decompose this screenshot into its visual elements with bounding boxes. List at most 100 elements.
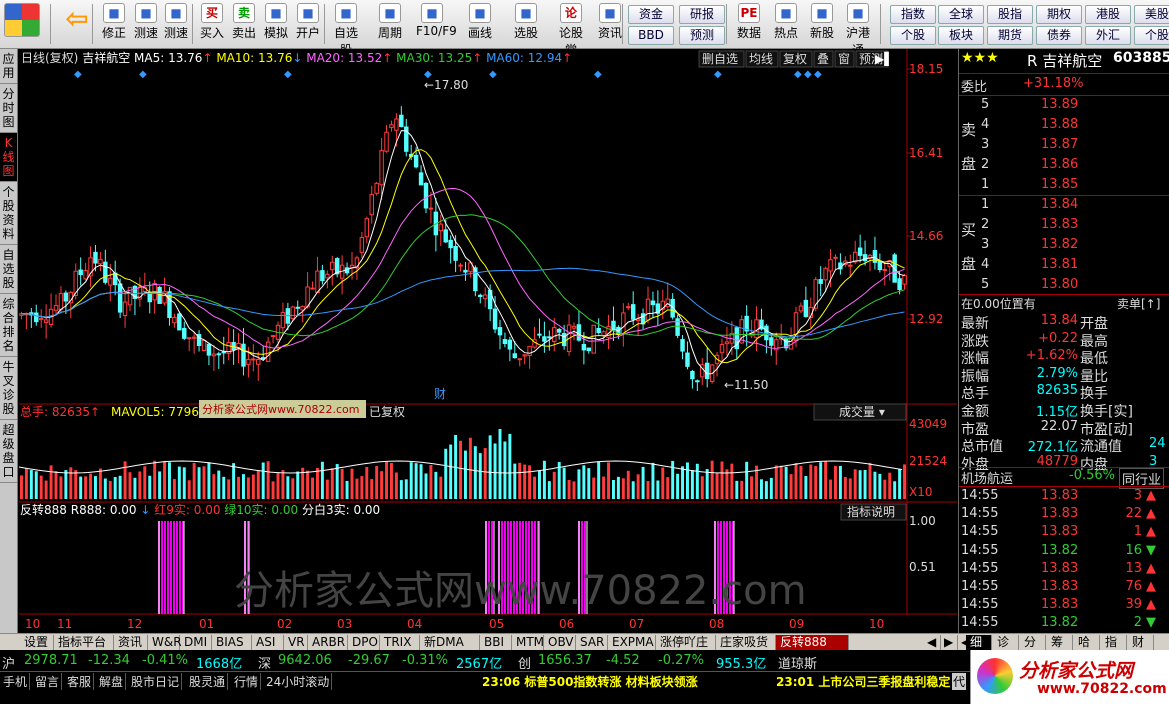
toolbar-button-8[interactable]: ■ 开户 bbox=[292, 2, 324, 47]
index-ticker-item: -4.52 bbox=[606, 653, 640, 668]
indicator-tab-12[interactable]: BBI bbox=[480, 635, 512, 650]
event-diamond-icon[interactable]: ◆ bbox=[139, 69, 147, 80]
toolbar-button-9[interactable]: ■自选股 bbox=[330, 2, 362, 57]
tick-volume: 3 bbox=[1133, 488, 1142, 503]
quote-panel-tab-6[interactable]: 财 bbox=[1128, 635, 1154, 650]
kline-chart-area[interactable]: 日线(复权) 吉祥航空 MA5: 13.76↑ MA10: 13.76↓ MA2… bbox=[18, 49, 957, 633]
toolbar-button-4[interactable]: ■ 测速 bbox=[160, 2, 192, 47]
event-diamond-icon[interactable]: ◆ bbox=[74, 69, 82, 80]
toolbar-button-19[interactable]: ■沪港通 bbox=[842, 2, 874, 57]
status-button-0[interactable]: 手机 bbox=[1, 673, 31, 690]
status-button-5[interactable]: 股灵通 bbox=[187, 673, 229, 690]
status-button-4[interactable]: 股市日记 bbox=[129, 673, 183, 690]
indicator-tab-5[interactable]: BIAS bbox=[212, 635, 252, 650]
news-ticker-2[interactable]: 23:01 上市公司三季报盘利稳定 bbox=[776, 673, 950, 690]
indicator-tab-13[interactable]: MTM bbox=[512, 635, 544, 650]
quick-button[interactable]: 全球 bbox=[938, 5, 984, 24]
indicator-tab-0[interactable]: 设置 bbox=[20, 635, 54, 650]
toolbar-button-10[interactable]: ■ 周期 bbox=[374, 2, 406, 47]
toolbar-button-16[interactable]: PE 数据 bbox=[733, 2, 765, 47]
left-tab-4[interactable]: 自选股 bbox=[0, 245, 17, 294]
toolbar-button-14[interactable]: 论论股堂 bbox=[555, 2, 587, 57]
toolbar-button-12[interactable]: ■ 画线 bbox=[464, 2, 496, 47]
indicator-tab-2[interactable]: 资讯 bbox=[114, 635, 148, 650]
quick-button[interactable]: 股指 bbox=[987, 5, 1033, 24]
quick-button[interactable]: 期权 bbox=[1036, 5, 1082, 24]
toolbar-button-7[interactable]: ■ 模拟 bbox=[260, 2, 292, 47]
left-tab-6[interactable]: 牛叉诊股 bbox=[0, 357, 17, 420]
quick-button[interactable]: BBD bbox=[628, 26, 674, 45]
event-diamond-icon[interactable]: ◆ bbox=[489, 69, 497, 80]
quote-panel-tab-5[interactable]: 指 bbox=[1101, 635, 1127, 650]
indicator-tab-19[interactable]: 反转888 bbox=[776, 635, 849, 650]
scroll-right-icon[interactable]: ▶ bbox=[941, 635, 958, 650]
indicator-tab-1[interactable]: 指标平台 bbox=[54, 635, 114, 650]
left-tab-7[interactable]: 超级盘口 bbox=[0, 420, 17, 483]
quick-button[interactable]: 预测 bbox=[679, 26, 725, 45]
indicator-tab-4[interactable]: DMI bbox=[180, 635, 212, 650]
event-diamond-icon[interactable]: ◆ bbox=[594, 69, 602, 80]
toolbar-button-17[interactable]: ■ 热点 bbox=[770, 2, 802, 47]
left-tab-2[interactable]: K线图 bbox=[0, 133, 17, 182]
quote-panel-tab-0[interactable]: 细 bbox=[966, 635, 992, 650]
toolbar-button-windows-logo-icon[interactable] bbox=[0, 2, 44, 47]
quote-row: 14:55 13.82 16 ▼ bbox=[959, 543, 1169, 561]
status-button-7[interactable]: 24小时滚动 bbox=[264, 673, 333, 690]
indicator-tab-8[interactable]: ARBR bbox=[308, 635, 348, 650]
indicator-tab-9[interactable]: DPO bbox=[348, 635, 380, 650]
left-tab-5[interactable]: 综合排名 bbox=[0, 294, 17, 357]
quick-button[interactable]: 债券 bbox=[1036, 26, 1082, 45]
status-button-2[interactable]: 客服 bbox=[65, 673, 95, 690]
event-diamond-icon[interactable]: ◆ bbox=[284, 69, 292, 80]
quick-button[interactable]: 个股 bbox=[890, 26, 936, 45]
indicator-tab-10[interactable]: TRIX bbox=[380, 635, 420, 650]
quick-button[interactable]: 资金 bbox=[628, 5, 674, 24]
toolbar-button-18[interactable]: ■ 新股 bbox=[806, 2, 838, 47]
status-button-6[interactable]: 行情 bbox=[232, 673, 262, 690]
toolbar-button-6[interactable]: 卖卖出 bbox=[228, 2, 260, 47]
status-button-1[interactable]: 留言 bbox=[33, 673, 63, 690]
sector-name[interactable]: 机场航运 bbox=[961, 468, 1013, 487]
finance-event-marker[interactable]: 财 bbox=[434, 387, 446, 401]
toolbar-button-3[interactable]: ■ 测速 bbox=[130, 2, 162, 47]
quick-button[interactable]: 指数 bbox=[890, 5, 936, 24]
candle-body bbox=[547, 336, 552, 339]
toolbar-button-13[interactable]: ■ 选股 bbox=[510, 2, 542, 47]
left-tab-0[interactable]: 应用 bbox=[0, 49, 17, 84]
indicator-tab-14[interactable]: OBV bbox=[544, 635, 576, 650]
quote-panel-tab-1[interactable]: 诊 bbox=[993, 635, 1019, 650]
indicator-tab-11[interactable]: 新DMA bbox=[420, 635, 480, 650]
news-ticker-1[interactable]: 23:06 标普500指数转涨 材料板块领涨 bbox=[482, 673, 698, 690]
quote-panel-tab-2[interactable]: 分 bbox=[1020, 635, 1046, 650]
quote-panel-tab-4[interactable]: 哈 bbox=[1074, 635, 1100, 650]
event-diamond-icon[interactable]: ◆ bbox=[804, 69, 812, 80]
indicator-tab-15[interactable]: SAR bbox=[576, 635, 608, 650]
toolbar-button-5[interactable]: 买买入 bbox=[196, 2, 228, 47]
indicator-tab-18[interactable]: 庄家吸货 bbox=[716, 635, 776, 650]
toolbar-button-2[interactable]: ■ 修正 bbox=[98, 2, 130, 47]
event-diamond-icon[interactable]: ◆ bbox=[814, 69, 822, 80]
quick-button[interactable]: 美股 bbox=[1134, 5, 1169, 24]
indicator-tab-16[interactable]: EXPMA bbox=[608, 635, 656, 650]
scroll-left-icon[interactable]: ◀ bbox=[924, 635, 941, 650]
status-button-3[interactable]: 解盘 bbox=[97, 673, 127, 690]
event-diamond-icon[interactable]: ◆ bbox=[424, 69, 432, 80]
expand-icon[interactable]: ▶▌ bbox=[875, 51, 893, 66]
event-diamond-icon[interactable]: ◆ bbox=[714, 69, 722, 80]
quick-button[interactable]: 研报 bbox=[679, 5, 725, 24]
left-tab-3[interactable]: 个股资料 bbox=[0, 182, 17, 245]
left-tab-label: 超级盘口 bbox=[2, 423, 15, 479]
quick-button[interactable]: 期货 bbox=[987, 26, 1033, 45]
indicator-tab-3[interactable]: W&R bbox=[148, 635, 182, 650]
left-tab-1[interactable]: 分时图 bbox=[0, 84, 17, 133]
quick-button[interactable]: 外汇 bbox=[1085, 26, 1131, 45]
quick-button[interactable]: 板块 bbox=[938, 26, 984, 45]
quick-button[interactable]: 港股 bbox=[1085, 5, 1131, 24]
indicator-tab-17[interactable]: 涨停吖庄 bbox=[656, 635, 716, 650]
quick-button[interactable]: 个股 bbox=[1134, 26, 1169, 45]
toolbar-button-11[interactable]: ■ F10/F9 bbox=[416, 2, 457, 47]
indicator-tab-6[interactable]: ASI bbox=[252, 635, 284, 650]
quote-panel-tab-3[interactable]: 筹 bbox=[1047, 635, 1073, 650]
event-diamond-icon[interactable]: ◆ bbox=[794, 69, 802, 80]
indicator-tab-7[interactable]: VR bbox=[284, 635, 308, 650]
